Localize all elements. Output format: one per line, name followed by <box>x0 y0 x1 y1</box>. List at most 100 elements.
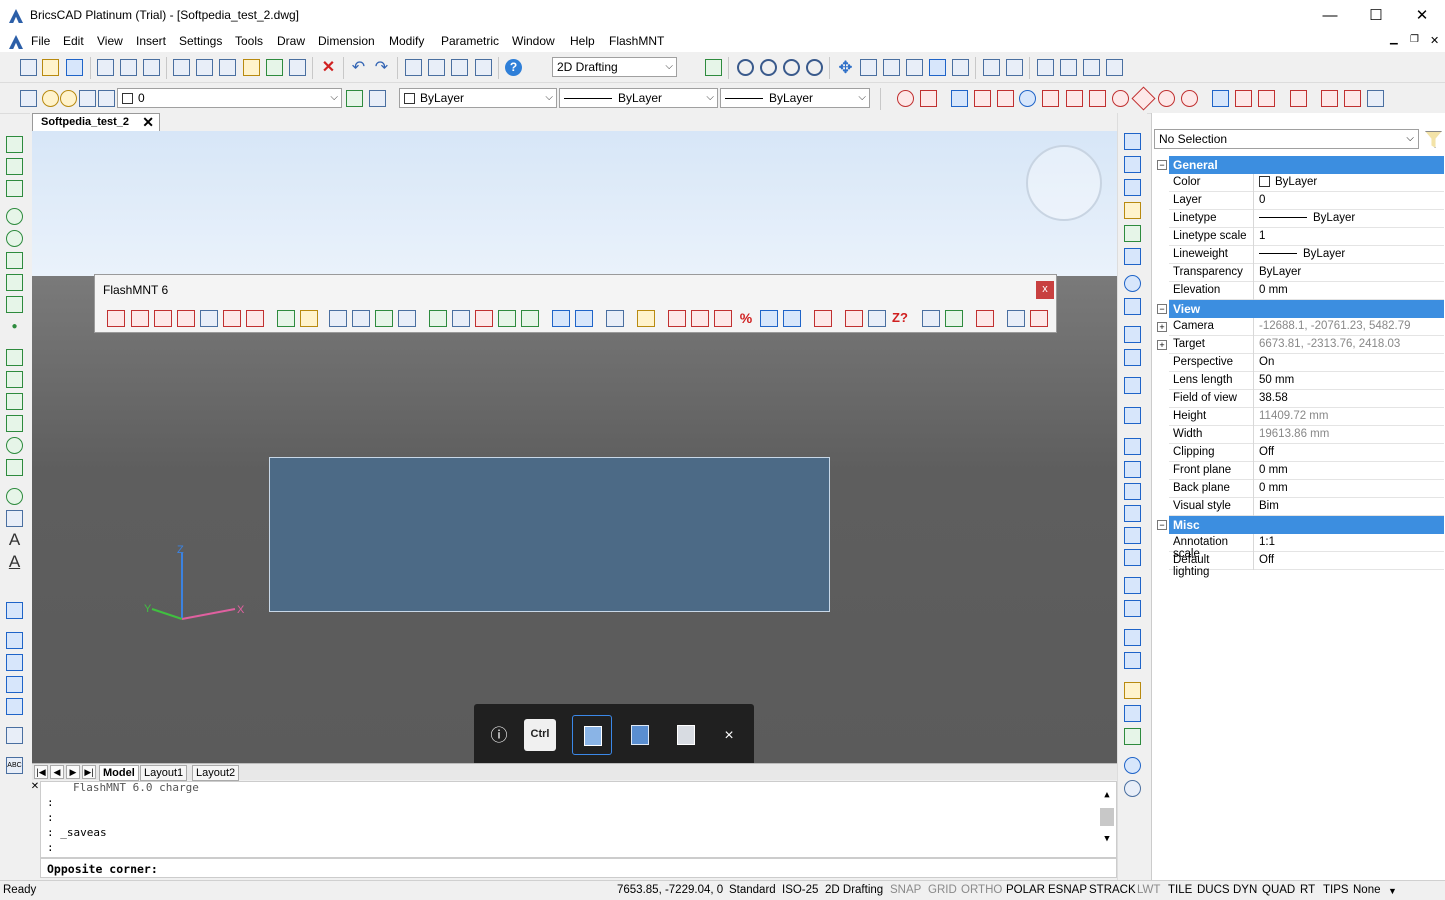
open-icon[interactable] <box>42 59 59 76</box>
view-cube-icon[interactable] <box>983 59 1000 76</box>
constraint-fix-icon[interactable] <box>1344 90 1361 107</box>
prop-row-width[interactable]: Width 19613.86 mm <box>1169 426 1444 444</box>
scale-icon[interactable] <box>1124 298 1141 315</box>
snap-nearest-icon[interactable] <box>1131 86 1156 111</box>
join-icon[interactable] <box>1124 549 1141 566</box>
status-dim-style[interactable]: ISO-25 <box>782 884 818 896</box>
arc-icon[interactable] <box>6 208 23 225</box>
first-tab-icon[interactable]: |◀ <box>34 765 48 779</box>
flashmnt-triangulate-icon[interactable] <box>429 310 447 327</box>
snap-parallel-icon[interactable] <box>1181 90 1198 107</box>
toggle-polar[interactable]: POLAR <box>1006 884 1045 896</box>
lock-icon[interactable] <box>79 90 96 107</box>
spline-edit-icon[interactable] <box>1124 728 1141 745</box>
filter-icon[interactable] <box>1425 131 1442 148</box>
prev-tab-icon[interactable]: ◀ <box>50 765 64 779</box>
divide-icon[interactable] <box>1124 629 1141 646</box>
flashmnt-percent-icon[interactable]: % <box>737 310 755 327</box>
category-general[interactable]: General <box>1169 156 1444 174</box>
flashmnt-settings-icon[interactable] <box>1007 310 1025 327</box>
snap-extension-icon[interactable] <box>1042 90 1059 107</box>
toggle-tips[interactable]: TIPS <box>1323 884 1349 896</box>
menu-draw[interactable]: Draw <box>277 34 305 48</box>
flashmnt-minmax-icon[interactable] <box>845 310 863 327</box>
tab-model[interactable]: Model <box>99 765 139 781</box>
polygon-icon[interactable] <box>6 274 23 291</box>
prop-row-field-of-view[interactable]: Field of view 38.58 <box>1169 390 1444 408</box>
toggle-quad[interactable]: QUAD <box>1262 884 1295 896</box>
line-icon[interactable] <box>6 136 23 153</box>
camera-icon[interactable] <box>906 59 923 76</box>
zoom-window-icon[interactable] <box>783 59 800 76</box>
flashmnt-report-icon[interactable] <box>398 310 416 327</box>
help-icon[interactable]: ? <box>505 59 522 76</box>
flashmnt-delta-icon[interactable] <box>868 310 886 327</box>
donut-icon[interactable] <box>6 437 23 454</box>
ucs-icon[interactable] <box>883 59 900 76</box>
regen-icon[interactable] <box>705 59 722 76</box>
flashmnt-volume-icon[interactable] <box>760 310 778 327</box>
visual-style-realistic-button[interactable] <box>666 715 706 755</box>
flashmnt-contours-icon[interactable] <box>452 310 470 327</box>
snap-tangent-icon[interactable] <box>1112 90 1129 107</box>
drawing-rectangle-entity[interactable] <box>269 457 830 612</box>
flashmnt-tin-icon[interactable] <box>375 310 393 327</box>
category-view[interactable]: View <box>1169 300 1444 318</box>
flashmnt-z-query-icon[interactable]: Z? <box>891 310 909 327</box>
mtext-icon[interactable]: A <box>6 552 23 571</box>
selection-select[interactable]: No Selection ⌵ <box>1154 129 1419 149</box>
toggle-snap[interactable]: SNAP <box>890 884 921 896</box>
lineweight-select[interactable]: ByLayer ⌵ <box>720 88 870 108</box>
flashmnt-close-button[interactable]: x <box>1036 281 1054 299</box>
rectangle-icon[interactable] <box>6 180 23 197</box>
snap-intersection-icon[interactable] <box>1019 90 1036 107</box>
status-workspace[interactable]: 2D Drafting <box>825 884 883 896</box>
flashmnt-export-icon[interactable] <box>976 310 994 327</box>
prop-row-lineweight[interactable]: Lineweight ByLayer <box>1169 246 1444 264</box>
scroll-down-icon[interactable]: ▼ <box>1100 834 1114 844</box>
3d-solid-icon[interactable] <box>1124 757 1141 774</box>
publish-icon[interactable] <box>143 59 160 76</box>
attach-icon[interactable] <box>1106 59 1123 76</box>
toggle-tile[interactable]: TILE <box>1168 884 1192 896</box>
toggle-ortho[interactable]: ORTHO <box>961 884 1002 896</box>
menu-modify[interactable]: Modify <box>389 34 424 48</box>
eyedropper-icon[interactable] <box>266 59 283 76</box>
delete-icon[interactable]: ✕ <box>320 59 337 76</box>
snap-insertion-icon[interactable] <box>1066 90 1083 107</box>
snap-clear-icon[interactable] <box>1212 90 1229 107</box>
flashmnt-target-icon[interactable] <box>668 310 686 327</box>
layout-icon[interactable] <box>1060 59 1077 76</box>
prop-row-default-lighting[interactable]: Default lighting Off <box>1169 552 1444 578</box>
save-icon[interactable] <box>66 59 83 76</box>
menu-help[interactable]: Help <box>570 34 595 48</box>
constraint-icon[interactable] <box>1321 90 1338 107</box>
toggle-lwt[interactable]: LWT <box>1137 884 1160 896</box>
viewports-icon[interactable] <box>1037 59 1054 76</box>
menu-view[interactable]: View <box>97 34 123 48</box>
close-button[interactable]: ✕ <box>1399 0 1445 31</box>
scroll-thumb[interactable] <box>1100 808 1114 826</box>
prop-row-annotation-scale[interactable]: Annotation scale 1:1 <box>1169 534 1444 560</box>
mirror-icon[interactable] <box>1124 326 1141 343</box>
sun-icon[interactable] <box>60 90 77 107</box>
workspace-select[interactable]: 2D Drafting ⌵ <box>552 57 677 77</box>
zoom-out-icon[interactable] <box>760 59 777 76</box>
status-coordinates[interactable]: 7653.85, -7229.04, 0 <box>617 884 723 896</box>
view-manager-icon[interactable] <box>952 59 969 76</box>
trim-icon[interactable] <box>1124 483 1141 500</box>
status-text-style[interactable]: Standard <box>729 884 776 896</box>
snap-settings-icon[interactable] <box>1258 90 1275 107</box>
snap-perpendicular-icon[interactable] <box>1089 90 1106 107</box>
prop-row-front-plane[interactable]: Front plane 0 mm <box>1169 462 1444 480</box>
extend-icon[interactable] <box>1124 505 1141 522</box>
command-line-input[interactable]: Opposite corner: <box>40 858 1117 878</box>
snap-off-icon[interactable] <box>1290 90 1307 107</box>
spline-icon[interactable] <box>6 252 23 269</box>
edit-icon[interactable] <box>1124 248 1141 265</box>
visual-style-shaded-button[interactable] <box>572 715 612 755</box>
light-bulb-icon[interactable] <box>42 90 59 107</box>
chamfer-icon[interactable] <box>1124 577 1141 594</box>
prop-row-layer[interactable]: Layer 0 <box>1169 192 1444 210</box>
mirror3d-icon[interactable] <box>1124 349 1141 366</box>
